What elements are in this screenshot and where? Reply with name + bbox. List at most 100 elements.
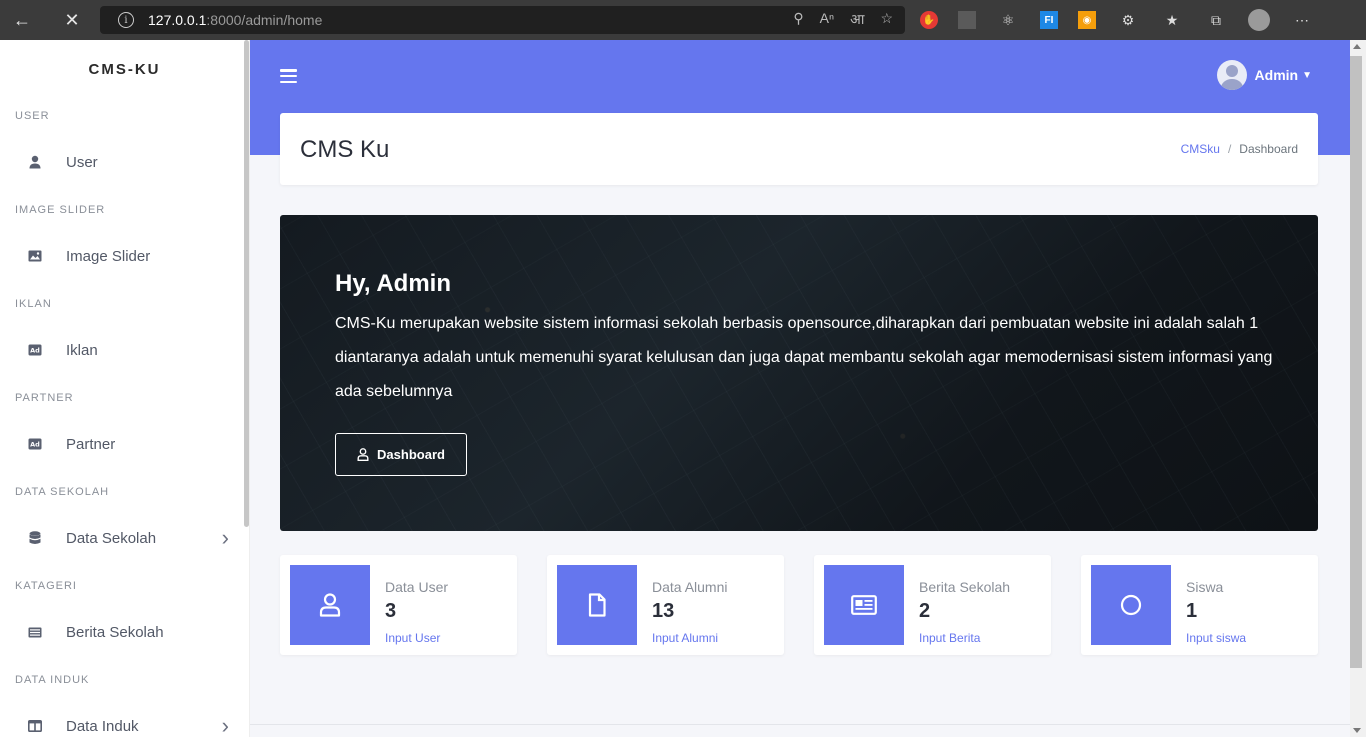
dashboard-button-label: Dashboard [377, 447, 445, 462]
breadcrumb-separator: / [1227, 142, 1232, 156]
sidebar-scrollbar[interactable] [244, 40, 249, 527]
stat-card-berita-sekolah: Berita Sekolah 2 Input Berita [814, 555, 1051, 655]
sidebar-section-heading: USER [15, 110, 50, 122]
sidebar-item-user[interactable]: User [0, 132, 249, 192]
stat-card-data-user: Data User 3 Input User [280, 555, 517, 655]
sidebar-item-label: Data Sekolah [66, 529, 157, 547]
breadcrumb-current: Dashboard [1239, 142, 1298, 156]
sidebar-item-label: Berita Sekolah [66, 623, 164, 641]
sidebar-section-heading: KATAGERI [15, 580, 77, 592]
scrollbar-thumb[interactable] [1350, 56, 1362, 668]
stat-title: Siswa [1186, 579, 1224, 595]
stat-title: Data Alumni [652, 579, 728, 595]
stat-link[interactable]: Input Alumni [652, 631, 718, 645]
brand-logo[interactable]: CMS-KU [0, 40, 249, 98]
favorite-add-icon[interactable]: ☆ [880, 10, 893, 29]
chevron-right-icon: › [221, 713, 229, 737]
database-icon [28, 531, 42, 545]
sidebar-item-label: Image Slider [66, 247, 151, 265]
stat-value: 3 [385, 600, 397, 622]
more-menu-icon[interactable]: ⋯ [1290, 8, 1314, 32]
stat-card-data-alumni: Data Alumni 13 Input Alumni [547, 555, 784, 655]
circle-icon [1120, 594, 1142, 616]
translate-icon[interactable]: आ [850, 10, 864, 29]
key-icon[interactable]: ⚲ [793, 10, 803, 29]
ad-icon: Ad [28, 437, 42, 451]
user-icon [319, 593, 341, 617]
main-content: Admin ▼ CMS Ku CMSku / Dashboard Hy, Admin… [250, 40, 1350, 737]
sidebar-section-heading: PARTNER [15, 392, 74, 404]
image-icon [28, 249, 42, 263]
hero-description: CMS-Ku merupakan website sistem informas… [335, 315, 1273, 400]
fi-extension-icon[interactable]: FI [1040, 11, 1058, 29]
stat-tile [557, 565, 637, 645]
stat-link[interactable]: Input siswa [1186, 631, 1246, 645]
adblock-extension-icon[interactable]: ✋ [920, 11, 938, 29]
newspaper-icon [28, 625, 42, 639]
scroll-up-icon[interactable] [1353, 44, 1361, 49]
back-icon[interactable]: ← [0, 0, 44, 40]
dashboard-button[interactable]: Dashboard [335, 433, 467, 476]
stat-value: 1 [1186, 600, 1198, 622]
breadcrumb: CMSku / Dashboard [1181, 142, 1298, 156]
react-devtools-icon[interactable]: ⚛ [996, 8, 1020, 32]
sidebar-item-berita-sekolah[interactable]: Berita Sekolah [0, 602, 249, 662]
stat-tile [824, 565, 904, 645]
svg-text:Ad: Ad [30, 441, 40, 449]
sidebar-item-label: User [66, 153, 98, 171]
sidebar-section-heading: DATA INDUK [15, 674, 90, 686]
caret-down-icon: ▼ [1302, 69, 1312, 81]
stat-link[interactable]: Input Berita [919, 631, 980, 645]
columns-icon [28, 719, 42, 733]
breadcrumb-home-link[interactable]: CMSku [1181, 142, 1220, 156]
site-info-icon[interactable]: i [118, 12, 134, 28]
scroll-down-icon[interactable] [1353, 728, 1361, 733]
welcome-banner: Hy, Admin CMS-Ku merupakan website siste… [280, 215, 1318, 531]
stat-value: 2 [919, 600, 931, 622]
sidebar-section-heading: IKLAN [15, 298, 52, 310]
footer-divider [250, 724, 1350, 725]
sidebar-item-data-induk[interactable]: Data Induk › [0, 696, 249, 737]
hero-greeting: Hy, Admin [335, 270, 452, 297]
sidebar-section-heading: DATA SEKOLAH [15, 486, 110, 498]
page-title: CMS Ku [300, 136, 390, 163]
page-scrollbar[interactable] [1350, 40, 1366, 737]
read-aloud-icon[interactable]: Aⁿ [820, 10, 834, 29]
stat-tile [290, 565, 370, 645]
chevron-right-icon: › [221, 525, 229, 550]
stat-link[interactable]: Input User [385, 631, 440, 645]
profile-avatar[interactable] [1248, 9, 1270, 31]
menu-toggle-icon[interactable] [280, 69, 297, 83]
stats-cards: Data User 3 Input User Data Alumni 13 Input A… [280, 555, 1318, 655]
collections-icon[interactable]: ⧉ [1204, 8, 1228, 32]
avatar [1216, 60, 1247, 90]
sidebar: CMS-KU USER User IMAGE SLIDER Image Slider I… [0, 40, 250, 737]
stat-title: Data User [385, 579, 449, 595]
sidebar-item-image-slider[interactable]: Image Slider [0, 226, 249, 286]
sidebar-item-partner[interactable]: Ad Partner [0, 414, 249, 474]
stop-icon[interactable]: ✕ [50, 0, 94, 40]
extensions-puzzle-icon[interactable]: ⚙ [1116, 8, 1140, 32]
sidebar-item-label: Iklan [66, 341, 98, 359]
user-dropdown[interactable]: Admin ▼ [1216, 60, 1312, 90]
user-icon [357, 448, 369, 461]
user-icon [28, 155, 42, 169]
url-host: 127.0.0.1 [148, 12, 207, 28]
stat-tile [1091, 565, 1171, 645]
stat-value: 13 [652, 600, 675, 622]
newspaper-icon [851, 595, 877, 615]
sidebar-item-data-sekolah[interactable]: Data Sekolah › [0, 508, 249, 568]
orange-extension-icon[interactable]: ◉ [1078, 11, 1096, 29]
address-bar[interactable]: i 127.0.0.1:8000/admin/home ⚲ Aⁿ आ ☆ [100, 6, 905, 34]
url-path: :8000/admin/home [206, 12, 323, 28]
sidebar-item-label: Partner [66, 435, 116, 453]
favorites-icon[interactable]: ★ [1160, 8, 1184, 32]
sidebar-item-iklan[interactable]: Ad Iklan [0, 320, 249, 380]
browser-toolbar: ← ✕ i 127.0.0.1:8000/admin/home ⚲ Aⁿ आ ☆… [0, 0, 1366, 40]
stat-title: Berita Sekolah [919, 579, 1011, 595]
page-header-card: CMS Ku CMSku / Dashboard [280, 113, 1318, 185]
stat-card-siswa: Siswa 1 Input siswa [1081, 555, 1318, 655]
user-name: Admin [1254, 67, 1299, 83]
file-icon [588, 593, 606, 617]
extension-icon[interactable] [958, 11, 976, 29]
